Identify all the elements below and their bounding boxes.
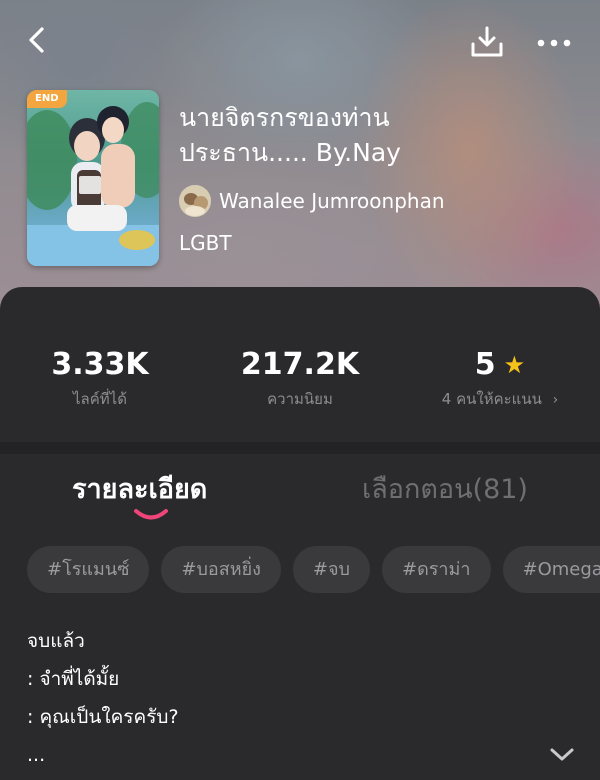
top-bar <box>0 0 600 86</box>
tab-details[interactable]: รายละเอียด <box>72 472 207 508</box>
chevron-left-icon <box>29 27 44 53</box>
likes-value: 3.33K <box>51 347 149 382</box>
author-name: Wanalee Jumroonphan <box>219 189 445 213</box>
tag-chip[interactable]: #โรแมนซ์ <box>27 546 150 593</box>
chevron-right-icon: › <box>552 392 559 408</box>
synopsis-line: : คุณเป็นใครครับ? <box>27 706 179 728</box>
tag-list: #โรแมนซ์ #บอสหยิ่ง #จบ #ดราม่า #Omega <box>27 546 600 594</box>
popularity-stat: 217.2K ความนิยม <box>230 347 370 409</box>
tab-bar: รายละเอียด เลือกตอน(81) <box>0 454 600 524</box>
likes-stat: 3.33K ไลค์ที่ได้ <box>40 347 160 409</box>
rating-stat[interactable]: 5 ★ 4 คนให้คะแนน › <box>420 347 580 410</box>
tag-chip[interactable]: #บอสหยิ่ง <box>161 546 281 593</box>
rating-label-row: 4 คนให้คะแนน › <box>420 389 580 410</box>
popularity-value: 217.2K <box>240 347 360 382</box>
rating-value: 5 <box>474 347 496 382</box>
rating-value-row: 5 ★ <box>420 347 580 383</box>
more-button[interactable] <box>534 28 574 58</box>
likes-label: ไลค์ที่ได้ <box>73 390 127 408</box>
author-row[interactable]: Wanalee Jumroonphan <box>179 184 445 218</box>
popularity-label: ความนิยม <box>267 390 333 408</box>
book-title: นายจิตรกรของท่านประธาน..... By.Nay <box>179 103 401 167</box>
end-badge: END <box>27 90 67 108</box>
stats-row: 3.33K ไลค์ที่ได้ 217.2K ความนิยม 5 ★ 4 ค… <box>0 287 600 442</box>
back-button[interactable] <box>22 24 54 56</box>
synopsis: จบแล้ว : จำพี่ได้มั้ย : คุณเป็นใครครับ? … <box>27 622 547 774</box>
book-cover[interactable]: END <box>27 90 159 266</box>
more-horizontal-icon <box>537 39 571 47</box>
synopsis-line: : จำพี่ได้มั้ย <box>27 668 120 690</box>
star-icon: ★ <box>503 351 526 379</box>
section-divider <box>0 442 600 454</box>
download-icon <box>471 26 503 57</box>
tag-chip[interactable]: #Omega <box>502 546 600 593</box>
cover-illustration <box>27 102 159 266</box>
tag-chip[interactable]: #ดราม่า <box>381 546 491 593</box>
avatar <box>179 185 211 217</box>
synopsis-line: ... <box>27 744 46 766</box>
download-button[interactable] <box>469 24 505 60</box>
tag-chip[interactable]: #จบ <box>292 546 370 593</box>
avatar-image <box>179 185 211 217</box>
expand-description-button[interactable] <box>548 744 576 764</box>
genre-label[interactable]: LGBT <box>179 231 232 255</box>
detail-panel: 3.33K ไลค์ที่ได้ 217.2K ความนิยม 5 ★ 4 ค… <box>0 287 600 780</box>
chevron-down-icon <box>550 748 574 761</box>
tab-episodes[interactable]: เลือกตอน(81) <box>362 472 528 508</box>
synopsis-line: จบแล้ว <box>27 630 85 652</box>
active-tab-indicator <box>134 509 168 520</box>
rating-label: 4 คนให้คะแนน <box>441 390 542 408</box>
